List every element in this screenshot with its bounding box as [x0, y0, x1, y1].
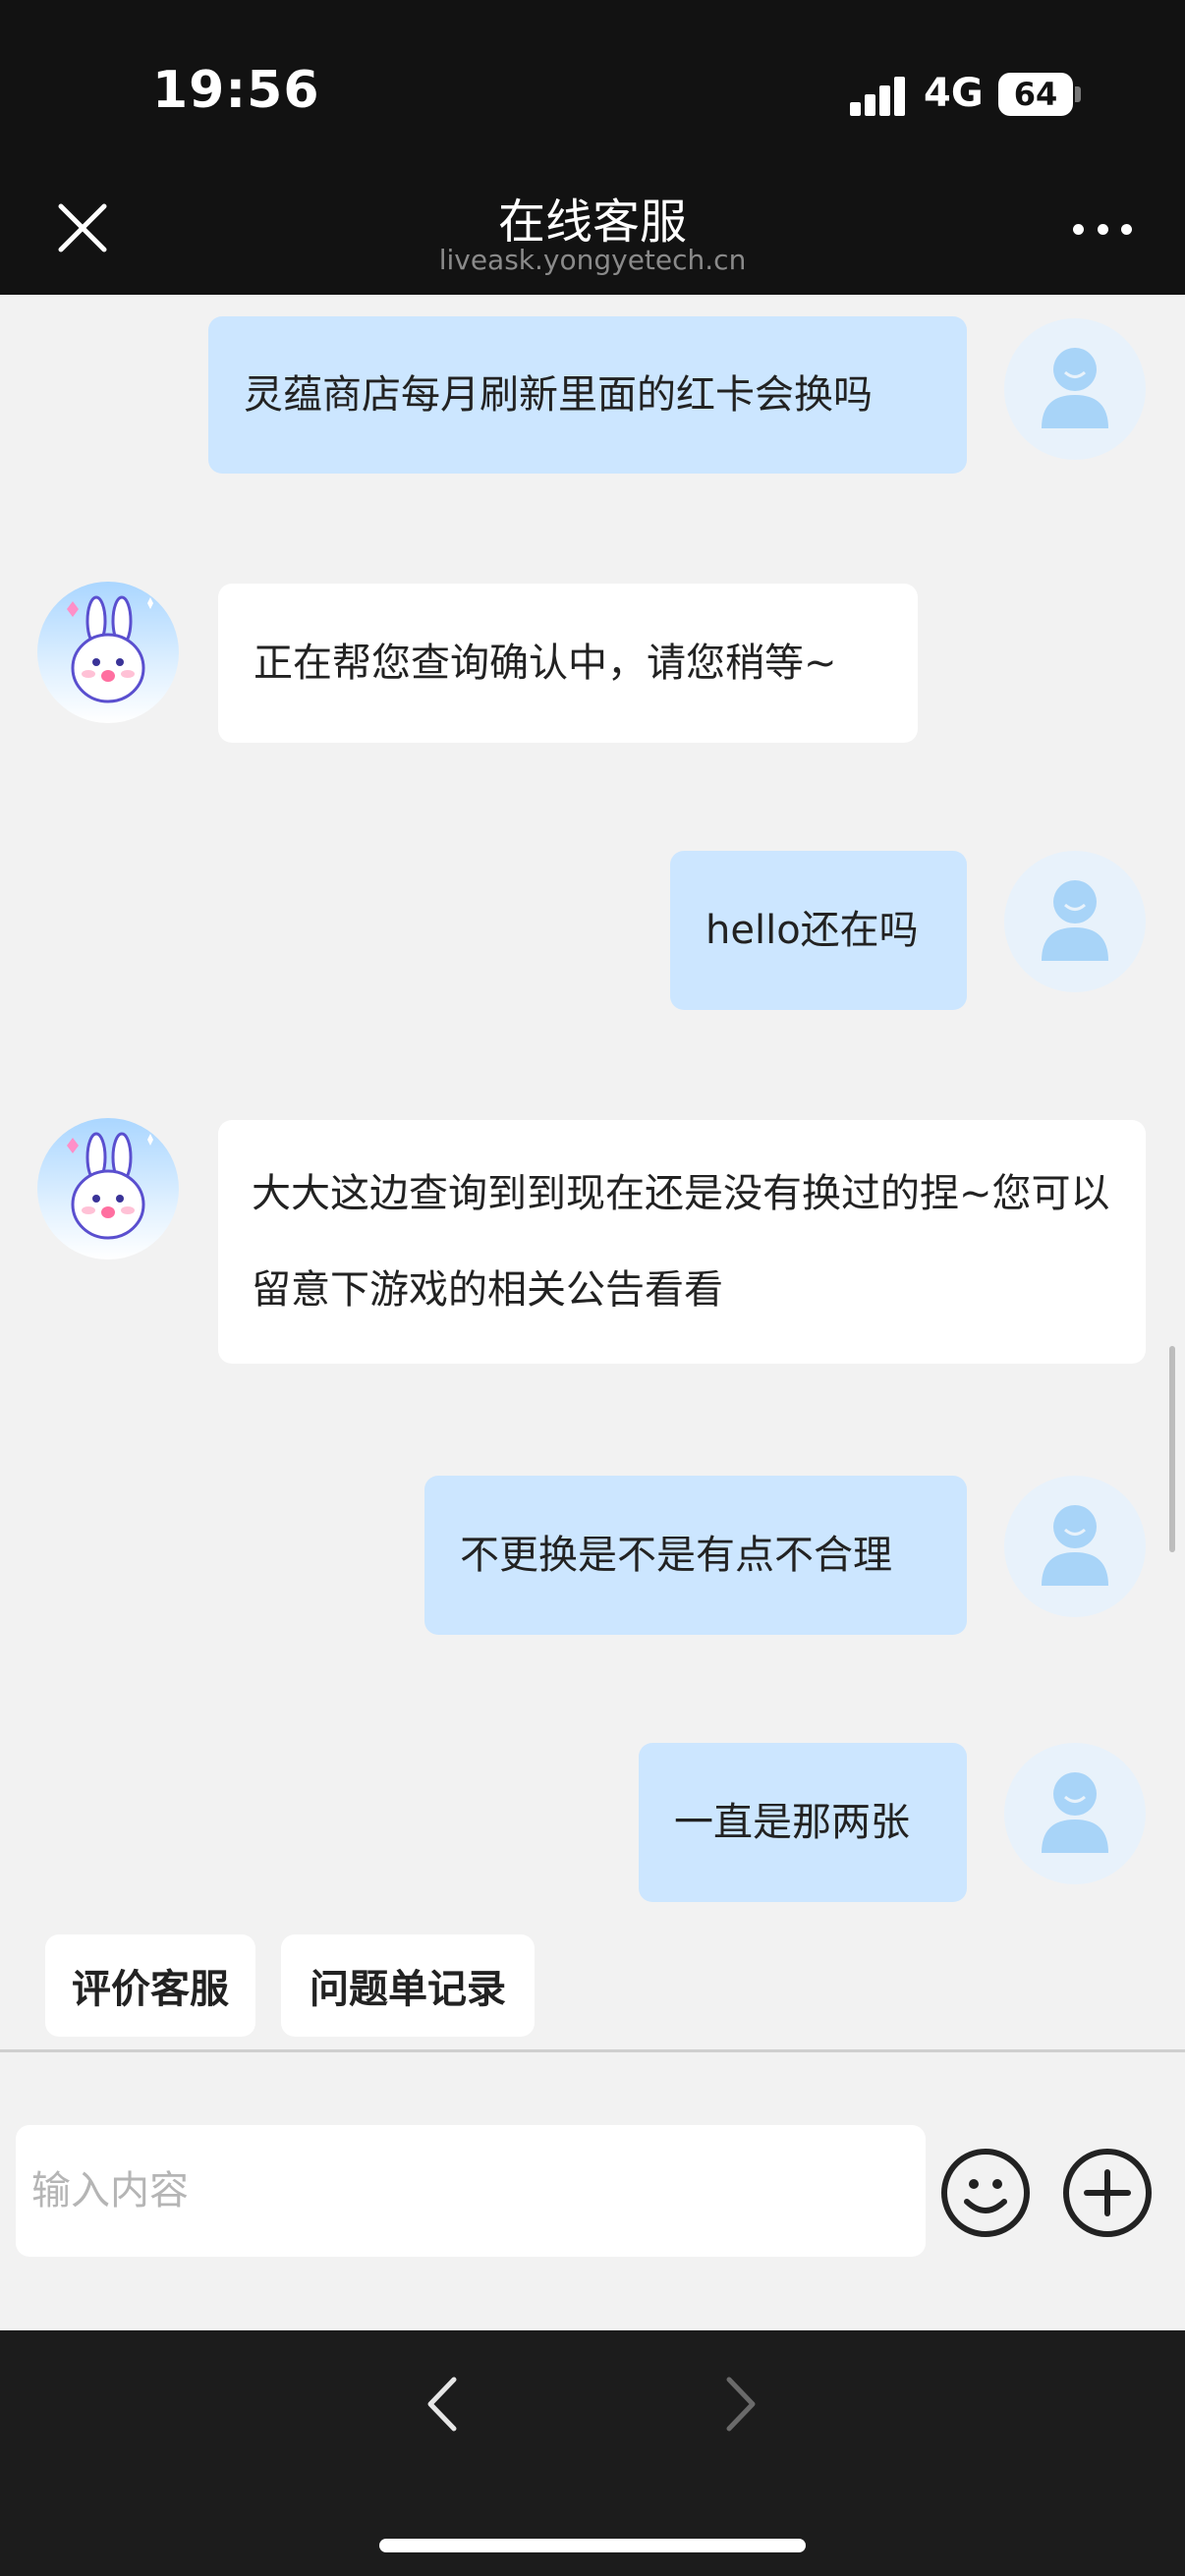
more-button[interactable] [1073, 214, 1132, 244]
bunny-avatar-icon [67, 1132, 153, 1240]
battery-tip [1075, 86, 1081, 102]
message-bubble-user: hello还在吗 [670, 851, 967, 1010]
status-time: 19:56 [152, 61, 320, 120]
message-bubble-user: 灵蕴商店每月刷新里面的红卡会换吗 [208, 316, 967, 474]
emoji-button[interactable] [939, 2147, 1032, 2239]
emoji-icon [941, 2149, 1030, 2237]
bunny-avatar-icon [67, 595, 153, 703]
ticket-history-label: 问题单记录 [310, 1967, 506, 2012]
user-avatar[interactable] [1004, 1476, 1146, 1617]
top-bar: 19:56 4G 64 在线客服 liveask.yongyetech.cn [0, 0, 1185, 295]
message-text: 灵蕴商店每月刷新里面的红卡会换吗 [244, 372, 873, 418]
user-avatar[interactable] [1004, 318, 1146, 460]
scrollbar[interactable] [1169, 1346, 1175, 1552]
battery-indicator: 64 [998, 73, 1073, 116]
user-avatar-icon [1042, 1505, 1108, 1586]
message-bubble-user: 不更换是不是有点不合理 [424, 1476, 967, 1635]
chevron-left-icon [427, 2377, 457, 2432]
message-bubble-user: 一直是那两张 [639, 1743, 967, 1902]
user-avatar-icon [1042, 880, 1108, 961]
agent-avatar[interactable] [37, 1118, 179, 1260]
message-text: hello还在吗 [705, 908, 919, 953]
message-text: 一直是那两张 [674, 1800, 910, 1845]
agent-avatar[interactable] [37, 582, 179, 723]
message-text: 不更换是不是有点不合理 [460, 1533, 892, 1578]
user-avatar-icon [1042, 1772, 1108, 1853]
input-area: 输入内容 [0, 2052, 1185, 2330]
ticket-history-button[interactable]: 问题单记录 [281, 1934, 535, 2037]
chat-area[interactable]: 灵蕴商店每月刷新里面的红卡会换吗 正在帮您查询确认中，请您稍等~ hello还在… [0, 295, 1185, 2049]
rate-agent-label: 评价客服 [72, 1967, 229, 2012]
signal-icon [850, 77, 907, 116]
forward-button[interactable] [709, 2370, 772, 2438]
back-button[interactable] [411, 2370, 474, 2438]
page-url: liveask.yongyetech.cn [438, 244, 747, 276]
message-bubble-agent: 正在帮您查询确认中，请您稍等~ [218, 584, 918, 743]
message-text: 正在帮您查询确认中，请您稍等~ [254, 641, 837, 686]
network-type: 4G [924, 71, 984, 116]
chevron-right-icon [726, 2377, 756, 2432]
user-avatar-icon [1042, 348, 1108, 428]
message-bubble-agent: 大大这边查询到到现在还是没有换过的捏~您可以留意下游戏的相关公告看看 [218, 1120, 1146, 1364]
message-text: 大大这边查询到到现在还是没有换过的捏~您可以留意下游戏的相关公告看看 [252, 1171, 1110, 1313]
rate-agent-button[interactable]: 评价客服 [45, 1934, 255, 2037]
page-title: 在线客服 [497, 195, 687, 250]
message-input[interactable]: 输入内容 [16, 2125, 926, 2257]
plus-icon [1063, 2149, 1152, 2237]
more-icon [1073, 223, 1084, 235]
plus-button[interactable] [1061, 2147, 1154, 2239]
user-avatar[interactable] [1004, 851, 1146, 992]
home-indicator[interactable] [379, 2539, 806, 2552]
user-avatar[interactable] [1004, 1743, 1146, 1884]
